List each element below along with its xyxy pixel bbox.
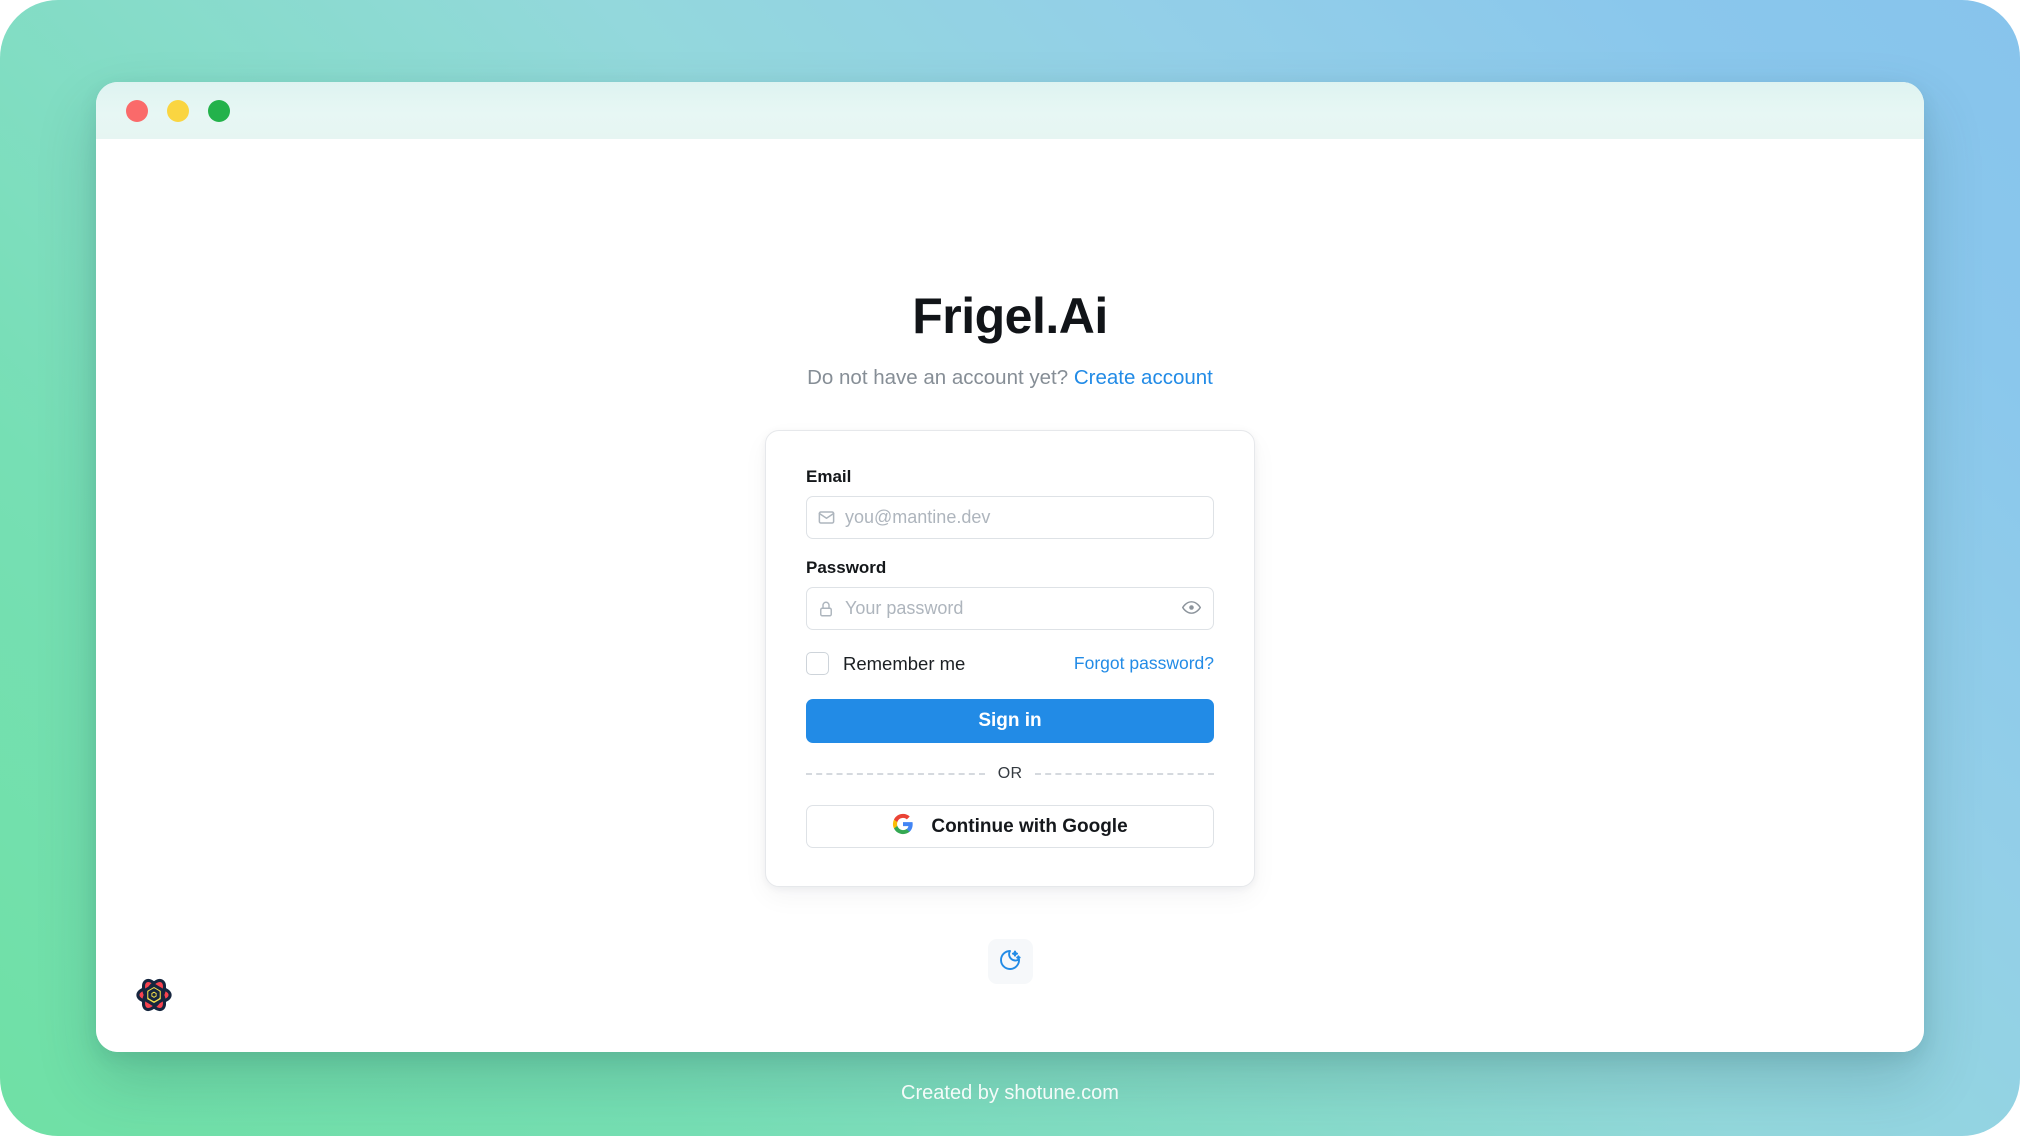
toggle-password-visibility-button[interactable] (1169, 588, 1213, 629)
email-input-wrapper[interactable] (806, 496, 1214, 539)
remember-me-group[interactable]: Remember me (806, 652, 965, 675)
sign-in-button[interactable]: Sign in (806, 699, 1214, 743)
email-label: Email (806, 467, 852, 486)
continue-with-google-label: Continue with Google (931, 815, 1128, 837)
password-input[interactable] (845, 588, 1169, 629)
close-window-button[interactable] (126, 99, 148, 122)
signup-prompt: Do not have an account yet? Create accou… (807, 366, 1213, 390)
lock-icon (807, 600, 845, 618)
login-page: Frigel.Ai Do not have an account yet? Cr… (96, 139, 1924, 984)
maximize-window-button[interactable] (208, 99, 230, 122)
forgot-password-link[interactable]: Forgot password? (1074, 653, 1214, 674)
theme-toggle-button[interactable] (987, 939, 1033, 984)
login-card: Email Password (765, 430, 1255, 887)
background-stage: Frigel.Ai Do not have an account yet? Cr… (0, 0, 2020, 1136)
window-content: Frigel.Ai Do not have an account yet? Cr… (96, 139, 1924, 1052)
password-input-wrapper[interactable] (806, 587, 1214, 630)
divider-line-right (1035, 773, 1214, 775)
remember-me-label: Remember me (843, 652, 966, 674)
browser-window: Frigel.Ai Do not have an account yet? Cr… (96, 82, 1924, 1052)
moon-stars-icon (998, 948, 1022, 975)
google-g-icon (892, 813, 914, 841)
remember-me-checkbox[interactable] (806, 652, 829, 675)
continue-with-google-button[interactable]: Continue with Google (806, 805, 1214, 848)
signup-prompt-text: Do not have an account yet? (807, 366, 1069, 389)
email-input[interactable] (845, 497, 1213, 538)
divider-label: OR (997, 765, 1023, 782)
form-options-row: Remember me Forgot password? (806, 652, 1214, 675)
minimize-window-button[interactable] (167, 99, 189, 122)
mail-icon (807, 508, 845, 527)
or-divider: OR (806, 765, 1214, 783)
eye-icon (1181, 597, 1202, 621)
mantine-flower-logo (128, 969, 180, 1021)
create-account-link[interactable]: Create account (1074, 366, 1213, 389)
footer-credit: Created by shotune.com (901, 1082, 1119, 1104)
divider-line-left (806, 773, 985, 775)
page-title: Frigel.Ai (912, 288, 1108, 344)
window-titlebar (96, 82, 1924, 139)
password-label: Password (806, 558, 887, 577)
